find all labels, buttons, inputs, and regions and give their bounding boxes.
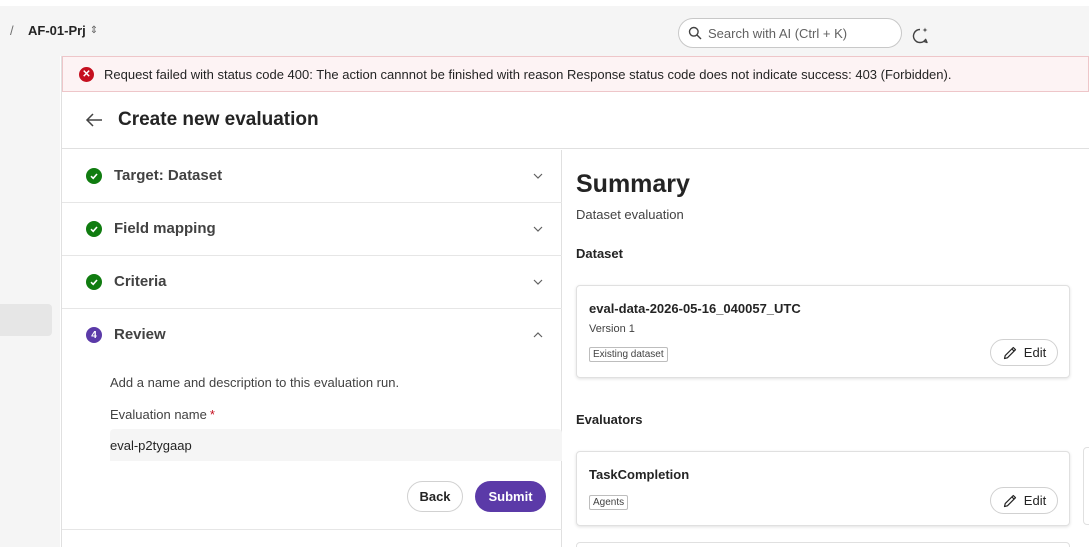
required-marker: * [209,407,215,422]
step-target-dataset[interactable]: Target: Dataset [62,150,562,203]
top-bar: / AF-01-Prj ⇕ Search with AI (Ctrl + K) [0,0,1089,56]
step-number-badge: 4 [86,327,102,343]
field-label-text: Evaluation name [110,407,207,422]
pencil-icon [1003,494,1016,507]
error-icon: ✕ [79,66,94,82]
summary-panel: Summary Dataset evaluation Dataset eval-… [563,150,1089,547]
dataset-section-label: Dataset [576,246,623,261]
left-nav-rail [0,56,60,547]
dataset-name: eval-data-2026-05-16_040057_UTC [589,301,801,316]
search-placeholder: Search with AI (Ctrl + K) [708,25,848,41]
edit-dataset-button[interactable]: Edit [990,339,1058,366]
summary-title: Summary [576,170,690,198]
check-circle-icon [86,168,102,184]
pencil-icon [1003,346,1016,359]
back-button[interactable]: Back [407,481,463,512]
edit-label: Edit [1023,493,1047,508]
edit-label: Edit [1023,345,1047,360]
check-circle-icon [86,274,102,290]
page-title: Create new evaluation [118,109,319,130]
evaluators-section-label: Evaluators [576,412,643,427]
review-description: Add a name and description to this evalu… [110,375,400,390]
nav-selected-item[interactable] [0,304,52,336]
copilot-chat-icon[interactable] [910,26,930,46]
dataset-version: Version 1 [589,323,635,335]
project-selector[interactable]: AF-01-Prj ⇕ [28,23,98,38]
summary-subtitle: Dataset evaluation [576,207,684,222]
step-label: Review [114,326,166,343]
error-banner: ✕ Request failed with status code 400: T… [62,56,1089,92]
evaluator-name: TaskCompletion [589,467,690,482]
back-arrow-icon[interactable] [84,110,104,130]
error-message: Request failed with status code 400: The… [104,66,952,82]
chevron-down-icon [533,173,543,179]
step-field-mapping[interactable]: Field mapping [62,203,562,256]
search-icon [688,26,702,40]
evaluation-name-label: Evaluation name * [110,407,215,422]
evaluation-name-value: eval-p2tygaap [110,437,192,453]
panel-header: Create new evaluation [62,92,1089,149]
evaluator-tag: Agents [589,495,629,510]
chevron-up-icon [533,332,543,338]
dataset-tag: Existing dataset [589,347,668,362]
check-circle-icon [86,221,102,237]
breadcrumb-separator: / [10,23,14,38]
step-label: Field mapping [114,220,216,237]
wizard-steps: Target: Dataset Field mapping Criteria 4… [62,150,562,547]
chevron-down-icon [533,226,543,232]
chevron-down-icon [533,279,543,285]
divider [62,529,562,530]
search-box[interactable]: Search with AI (Ctrl + K) [678,18,902,48]
project-name: AF-01-Prj [28,23,86,38]
next-evaluator-card [1083,447,1089,525]
step-label: Criteria [114,273,167,290]
evaluation-name-input[interactable]: eval-p2tygaap [110,429,562,461]
submit-button[interactable]: Submit [475,481,546,512]
step-review[interactable]: 4 Review [62,309,562,362]
evaluator-card [576,542,1070,547]
step-label: Target: Dataset [114,167,223,184]
edit-evaluator-button[interactable]: Edit [990,487,1058,514]
chevron-up-down-icon: ⇕ [89,25,99,36]
dataset-card: eval-data-2026-05-16_040057_UTC Version … [576,285,1070,378]
step-criteria[interactable]: Criteria [62,256,562,309]
evaluator-card: TaskCompletion Agents Edit [576,451,1070,526]
